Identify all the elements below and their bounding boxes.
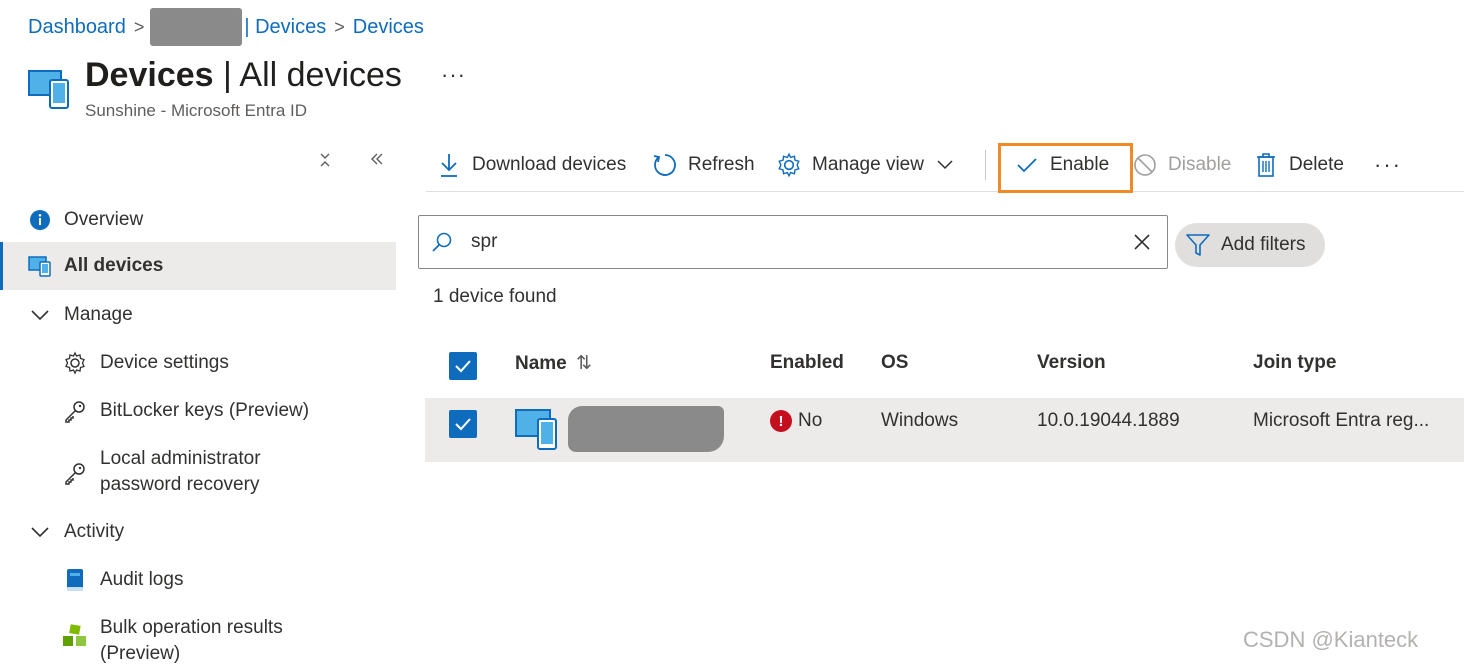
gear-icon bbox=[776, 152, 802, 178]
more-commands-button[interactable]: ··· bbox=[1374, 148, 1402, 182]
chevron-down-icon bbox=[28, 303, 52, 327]
cell-enabled: ! No bbox=[770, 410, 822, 432]
sidebar-item-label-line1: Local administrator bbox=[100, 448, 261, 469]
cell-join-type: Microsoft Entra reg... bbox=[1253, 410, 1430, 431]
redacted-device-name[interactable] bbox=[568, 406, 724, 452]
redacted-breadcrumb bbox=[150, 8, 243, 46]
key-icon bbox=[62, 398, 88, 424]
sidebar-item-local-admin-recovery[interactable]: Local administrator password recovery bbox=[62, 446, 382, 502]
column-header-name[interactable]: Name ⇅ bbox=[515, 352, 592, 375]
devices-icon bbox=[28, 68, 72, 110]
cell-os: Windows bbox=[881, 410, 959, 431]
result-count: 1 device found bbox=[433, 286, 557, 307]
disable-label: Disable bbox=[1168, 154, 1232, 175]
search-field[interactable] bbox=[418, 215, 1168, 269]
devices-icon bbox=[28, 254, 52, 278]
sort-icon[interactable]: ⇅ bbox=[576, 353, 592, 374]
download-icon bbox=[436, 152, 462, 178]
sidebar-group-label: Manage bbox=[64, 304, 133, 325]
breadcrumb-separator-icon: > bbox=[334, 16, 345, 37]
column-header-label: Name bbox=[515, 353, 567, 374]
search-icon bbox=[429, 229, 455, 255]
sidebar-item-all-devices[interactable]: All devices bbox=[0, 242, 396, 290]
add-filters-label: Add filters bbox=[1221, 234, 1306, 255]
toolbar-divider bbox=[985, 150, 986, 180]
clear-search-icon[interactable] bbox=[1129, 229, 1155, 255]
page-subtitle: Sunshine - Microsoft Entra ID bbox=[85, 101, 308, 120]
key-icon bbox=[62, 460, 88, 486]
breadcrumb-separator-icon: > bbox=[133, 16, 145, 37]
bulk-operations-icon bbox=[62, 623, 88, 649]
info-icon bbox=[28, 208, 52, 232]
filter-icon bbox=[1185, 232, 1211, 258]
sidebar-item-overview[interactable]: Overview bbox=[0, 196, 396, 244]
trash-icon bbox=[1253, 152, 1279, 178]
delete-label: Delete bbox=[1289, 154, 1344, 175]
cell-enabled-value: No bbox=[798, 410, 823, 432]
page-title-main: Devices bbox=[85, 56, 214, 94]
checkmark-icon bbox=[455, 360, 471, 373]
sidebar-group-manage[interactable]: Manage bbox=[0, 291, 396, 339]
chevron-down-icon bbox=[936, 159, 954, 171]
column-header-version[interactable]: Version bbox=[1037, 352, 1106, 374]
enable-highlight-annotation bbox=[998, 143, 1133, 193]
column-header-os[interactable]: OS bbox=[881, 352, 908, 374]
error-icon: ! bbox=[770, 410, 792, 432]
breadcrumb-dashboard[interactable]: Dashboard bbox=[28, 16, 126, 39]
sidebar-item-bitlocker-keys[interactable]: BitLocker keys (Preview) bbox=[62, 398, 382, 424]
sidebar-item-label: Overview bbox=[64, 209, 144, 230]
column-header-join-type[interactable]: Join type bbox=[1253, 352, 1336, 374]
watermark: CSDN @Kianteck bbox=[1243, 627, 1419, 652]
sidebar-collapse-icon[interactable] bbox=[369, 150, 385, 173]
manage-view-label: Manage view bbox=[812, 154, 924, 175]
sidebar-item-bulk-operation-results[interactable]: Bulk operation results (Preview) bbox=[62, 615, 382, 667]
refresh-icon bbox=[652, 152, 678, 178]
search-input[interactable] bbox=[471, 231, 1091, 253]
checkmark-icon bbox=[455, 418, 471, 431]
sidebar-item-label-line2: (Preview) bbox=[100, 643, 181, 664]
sidebar-item-label: Device settings bbox=[100, 352, 229, 373]
sidebar-close-icon[interactable] bbox=[318, 152, 332, 173]
cell-version: 10.0.19044.1889 bbox=[1037, 410, 1180, 431]
command-bar: Download devices Refresh Manage view Ena… bbox=[426, 140, 1464, 192]
refresh-button[interactable]: Refresh bbox=[652, 148, 755, 182]
sidebar-item-label-line2: password recovery bbox=[100, 474, 260, 495]
device-icon bbox=[514, 407, 562, 456]
breadcrumb-devices[interactable]: Devices bbox=[353, 16, 424, 39]
block-icon bbox=[1132, 152, 1158, 178]
sidebar-item-label: BitLocker keys (Preview) bbox=[100, 400, 310, 421]
row-checkbox[interactable] bbox=[449, 410, 477, 438]
sidebar-item-label: Bulk operation results (Preview) bbox=[100, 615, 283, 667]
sidebar-item-label: Audit logs bbox=[100, 569, 184, 590]
sidebar-item-device-settings[interactable]: Device settings bbox=[62, 350, 382, 376]
sidebar-item-label: All devices bbox=[64, 255, 164, 276]
sidebar-group-label: Activity bbox=[64, 521, 125, 542]
audit-log-icon bbox=[62, 567, 88, 593]
manage-view-button[interactable]: Manage view bbox=[776, 148, 954, 182]
sidebar-item-audit-logs[interactable]: Audit logs bbox=[62, 567, 382, 593]
sidebar-group-activity[interactable]: Activity bbox=[0, 508, 396, 556]
download-devices-label: Download devices bbox=[472, 154, 627, 175]
chevron-down-icon bbox=[28, 520, 52, 544]
breadcrumb-devices-parent[interactable]: | Devices bbox=[244, 16, 326, 39]
refresh-label: Refresh bbox=[688, 154, 755, 175]
gear-icon bbox=[62, 350, 88, 376]
breadcrumb: Dashboard > | Devices > Devices bbox=[28, 8, 424, 46]
sidebar-item-label: Local administrator password recovery bbox=[100, 446, 261, 498]
page-title-rest: | All devices bbox=[213, 56, 402, 94]
disable-button[interactable]: Disable bbox=[1132, 148, 1231, 182]
page-more-button[interactable]: ··· bbox=[441, 62, 466, 88]
select-all-checkbox[interactable] bbox=[449, 352, 477, 380]
download-devices-button[interactable]: Download devices bbox=[436, 148, 626, 182]
delete-button[interactable]: Delete bbox=[1253, 148, 1344, 182]
page-title: Devices | All devices bbox=[85, 56, 402, 95]
add-filters-button[interactable]: Add filters bbox=[1175, 223, 1325, 267]
column-header-enabled[interactable]: Enabled bbox=[770, 352, 844, 374]
sidebar-item-label-line1: Bulk operation results bbox=[100, 617, 283, 638]
